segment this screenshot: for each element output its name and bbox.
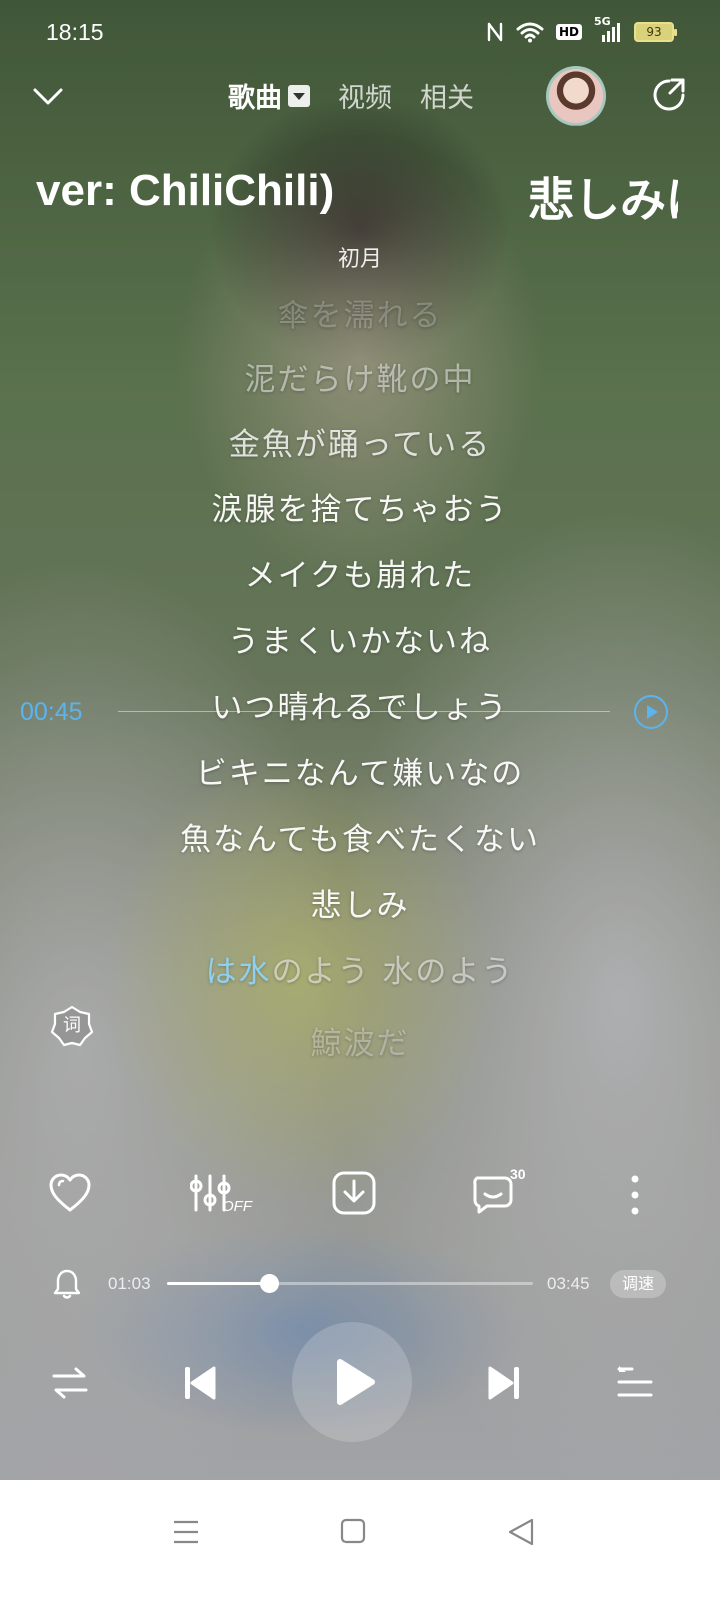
lyric-line: 悲しみ: [310, 888, 410, 924]
back-icon: [508, 1518, 534, 1546]
progress-bar[interactable]: [167, 1274, 533, 1293]
elapsed-time: 01:03: [108, 1274, 151, 1293]
lyric-line: ビキニなんて嫌いなの: [195, 756, 525, 792]
current-lyric-line: は水のよう 水のよう: [0, 946, 720, 991]
battery-indicator: 93: [634, 22, 677, 42]
menu-icon: [174, 1520, 198, 1544]
lyric-line: 涙腺を捨てちゃおう: [211, 492, 509, 528]
action-row: OFF: [0, 1170, 720, 1220]
lyric-seek-time: 00:45: [20, 698, 83, 726]
network-type-label: 5G: [594, 15, 611, 28]
lyric-line: うまくいかないね: [228, 624, 492, 660]
previous-icon: [185, 1366, 216, 1400]
lyric-sung-part: は水: [205, 954, 272, 990]
lyric-toggle-label: 词: [63, 1015, 81, 1036]
recents-button[interactable]: [168, 1512, 208, 1552]
progress-fill: [167, 1282, 270, 1285]
share-icon: [653, 78, 685, 111]
system-nav-bar: [0, 1480, 720, 1600]
status-time: 18:15: [46, 18, 104, 45]
lyric-line: 傘を濡れる: [277, 298, 443, 334]
song-dropdown-icon[interactable]: [288, 84, 310, 107]
lyric-line: 金魚が踊っている: [228, 427, 492, 463]
download-button[interactable]: [331, 1170, 377, 1220]
playlist-button[interactable]: [616, 1364, 654, 1400]
next-icon: [488, 1366, 519, 1400]
playlist-icon: [617, 1366, 653, 1397]
back-button[interactable]: [502, 1512, 542, 1552]
tab-related[interactable]: 相关: [420, 76, 474, 115]
like-button[interactable]: [47, 1170, 97, 1220]
more-icon: [631, 1175, 639, 1215]
sleep-timer-button[interactable]: [53, 1268, 81, 1300]
share-button[interactable]: [650, 76, 688, 114]
lyric-line: いつ晴れるでしょう: [211, 690, 509, 726]
home-button[interactable]: [334, 1512, 374, 1552]
total-time: 03:45: [547, 1274, 590, 1293]
more-button[interactable]: [615, 1170, 655, 1220]
play-button[interactable]: [292, 1322, 412, 1442]
nfc-icon: [486, 21, 504, 43]
alarm-icon: [53, 1269, 81, 1299]
previous-button[interactable]: [182, 1364, 218, 1402]
song-title-scroll-right: 悲しみは: [528, 173, 678, 227]
lyric-line: 魚なんても食べたくない: [180, 822, 540, 858]
lyric-line: 泥だらけ靴の中: [244, 362, 476, 398]
artist-name[interactable]: 初月: [0, 241, 720, 273]
playback-speed-button[interactable]: 调速: [610, 1270, 666, 1298]
repeat-icon: [52, 1367, 88, 1399]
artist-avatar[interactable]: [546, 66, 606, 126]
content-tabs: 歌曲 视频 相关: [228, 76, 502, 115]
lyric-toggle-button[interactable]: 词: [50, 1004, 94, 1048]
repeat-mode-button[interactable]: [52, 1366, 88, 1400]
next-button[interactable]: [486, 1364, 522, 1402]
effect-off-label: OFF: [222, 1198, 252, 1215]
lyric-line: メイクも崩れた: [244, 558, 476, 594]
seek-play-button[interactable]: [634, 695, 668, 729]
wifi-icon: [516, 21, 544, 43]
download-icon: [332, 1171, 376, 1215]
tab-song[interactable]: 歌曲: [228, 76, 282, 115]
play-icon: [337, 1359, 375, 1405]
sound-effect-button[interactable]: OFF: [190, 1170, 260, 1220]
comment-count-badge: 30: [510, 1166, 526, 1182]
status-bar: 18:15 HD 5G 93: [0, 0, 720, 64]
home-icon: [340, 1518, 366, 1544]
lyric-seek-line: [118, 711, 610, 712]
next-lyric-line: 鯨波だ: [310, 1026, 410, 1062]
heart-icon: [49, 1173, 91, 1212]
signal-icon: 5G: [594, 15, 622, 43]
song-title-scroll-left: ver: ChiliChili): [36, 166, 335, 215]
chevron-down-icon: [33, 88, 63, 105]
tab-video[interactable]: 视频: [338, 76, 392, 115]
lyric-unsung-part: のよう 水のよう: [271, 954, 515, 990]
collapse-button[interactable]: [30, 78, 66, 114]
status-icons: HD 5G 93: [486, 15, 677, 43]
top-nav: 歌曲 视频 相关: [0, 64, 720, 128]
hd-badge: HD: [555, 24, 582, 40]
